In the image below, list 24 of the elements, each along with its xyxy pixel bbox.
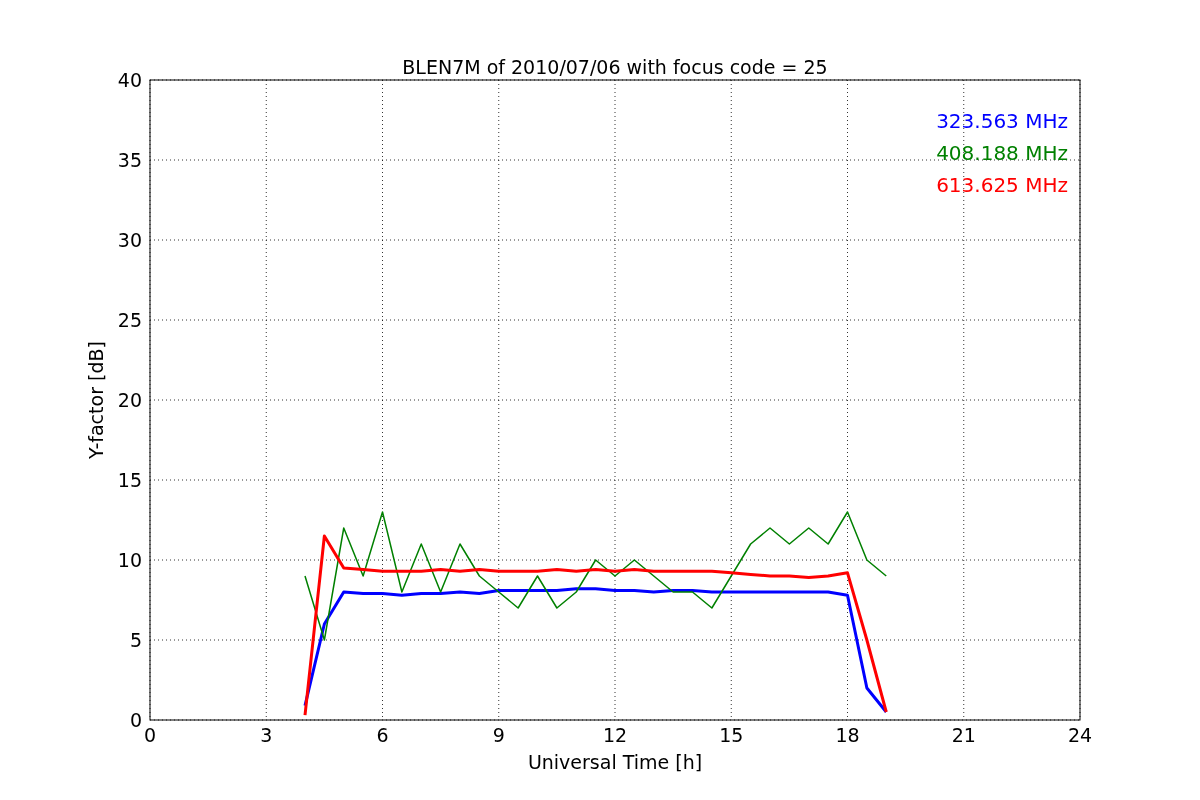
y-tick-label: 20 [117, 389, 142, 411]
y-tick-label: 5 [129, 629, 142, 651]
legend-label: 613.625 MHz [936, 173, 1068, 197]
y-tick-label: 15 [117, 469, 142, 491]
x-tick-label: 18 [835, 724, 860, 746]
y-tick-label: 30 [117, 229, 142, 251]
y-tick-label: 25 [117, 309, 142, 331]
x-tick-label: 0 [143, 724, 157, 746]
x-tick-label: 12 [602, 724, 628, 746]
y-axis-label: Y-factor [dB] [85, 341, 107, 459]
x-tick-label: 6 [376, 724, 389, 746]
x-tick-label: 24 [1067, 724, 1093, 746]
y-tick-label: 40 [117, 69, 142, 91]
x-axis-label: Universal Time [h] [527, 751, 703, 773]
x-tick-label: 9 [492, 724, 505, 746]
legend-label: 408.188 MHz [936, 141, 1068, 165]
chart-title: BLEN7M of 2010/07/06 with focus code = 25 [402, 56, 828, 78]
y-tick-label: 0 [129, 709, 142, 731]
y-tick-label: 35 [117, 149, 142, 171]
x-tick-label: 3 [260, 724, 273, 746]
y-tick-label: 10 [117, 549, 142, 571]
legend-label: 323.563 MHz [936, 109, 1068, 133]
x-tick-label: 15 [719, 724, 744, 746]
x-tick-label: 21 [951, 724, 976, 746]
